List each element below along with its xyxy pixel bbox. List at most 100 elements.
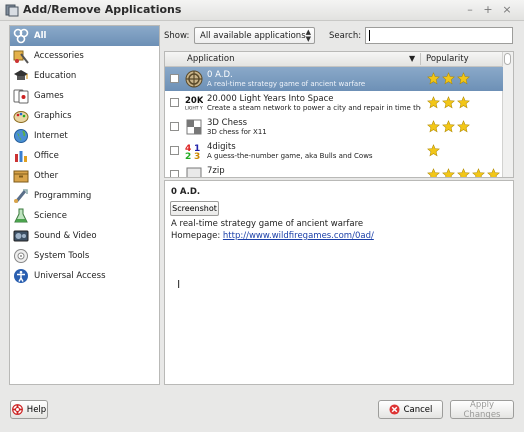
table-row[interactable]: 7zip [165, 163, 503, 177]
star-icon [457, 96, 470, 109]
star-icon [427, 120, 440, 133]
text-cursor [369, 30, 370, 41]
star-icon [427, 72, 440, 85]
table-row[interactable]: 3D Chess 3D chess for X11 [165, 115, 503, 139]
table-row[interactable]: 4123 4digits A guess-the-number game, ak… [165, 139, 503, 163]
column-header-popularity[interactable]: Popularity [426, 54, 469, 64]
install-checkbox[interactable] [170, 146, 179, 155]
cancel-icon [389, 404, 400, 415]
svg-text:LIGHT YEARS: LIGHT YEARS [185, 106, 203, 112]
svg-text:2: 2 [185, 152, 191, 160]
category-system-tools[interactable]: System Tools [10, 246, 159, 266]
show-label: Show: [164, 31, 190, 41]
help-button[interactable]: Help [10, 400, 48, 419]
cancel-button[interactable]: Cancel [378, 400, 443, 419]
category-label: System Tools [34, 251, 90, 261]
help-label: Help [26, 404, 47, 415]
homepage-link[interactable]: http://www.wildfiregames.com/0ad/ [223, 231, 374, 241]
title-bar: Add/Remove Applications – + × [0, 0, 524, 21]
app-name: 0 A.D. [207, 70, 233, 80]
all-icon [12, 28, 29, 45]
star-icon [427, 96, 440, 109]
0ad-icon [185, 70, 203, 88]
column-divider [420, 53, 421, 65]
category-label: Sound & Video [34, 231, 97, 241]
category-education[interactable]: Education [10, 66, 159, 86]
scrollbar-thumb[interactable] [504, 53, 511, 65]
window-title: Add/Remove Applications [23, 3, 182, 16]
category-office[interactable]: Office [10, 146, 159, 166]
category-games[interactable]: Games [10, 86, 159, 106]
install-checkbox[interactable] [170, 170, 179, 177]
category-label: Universal Access [34, 271, 106, 281]
table-row[interactable]: 20KLIGHT YEARS 20.000 Light Years Into S… [165, 91, 503, 115]
close-window-button[interactable]: × [501, 3, 513, 16]
system-tools-icon [12, 248, 29, 265]
popularity-rating [427, 72, 470, 85]
apply-changes-button[interactable]: Apply Changes [450, 400, 514, 420]
install-checkbox[interactable] [170, 122, 179, 131]
category-label: Graphics [34, 111, 72, 121]
vertical-scrollbar[interactable] [502, 52, 513, 177]
app-description: A guess-the-number game, aka Bulls and C… [207, 152, 373, 160]
category-graphics[interactable]: Graphics [10, 106, 159, 126]
education-icon [12, 68, 29, 85]
star-icon [472, 168, 485, 177]
search-input[interactable] [365, 27, 513, 44]
screenshot-button[interactable]: Screenshot [170, 201, 219, 216]
category-accessories[interactable]: Accessories [10, 46, 159, 66]
category-label: Other [34, 171, 59, 181]
app-description: 3D chess for X11 [207, 128, 267, 136]
app-name: 20.000 Light Years Into Space [207, 94, 334, 104]
maximize-button[interactable]: + [482, 3, 494, 16]
popularity-rating [427, 168, 500, 177]
category-sound-video[interactable]: Sound & Video [10, 226, 159, 246]
applications-table: Application ▼ Popularity 0 A.D. A real-t… [164, 51, 514, 178]
category-science[interactable]: Science [10, 206, 159, 226]
lightyears-icon: 20KLIGHT YEARS [185, 96, 203, 112]
universal-access-icon [12, 268, 29, 285]
category-label: Science [34, 211, 67, 221]
star-icon [427, 144, 440, 157]
category-label: Games [34, 91, 64, 101]
install-checkbox[interactable] [170, 74, 179, 83]
homepage-label: Homepage: [171, 231, 221, 241]
other-icon [12, 168, 29, 185]
category-label: Internet [34, 131, 68, 141]
category-universal-access[interactable]: Universal Access [10, 266, 159, 286]
minimize-button[interactable]: – [464, 3, 476, 16]
popularity-rating [427, 96, 470, 109]
mouse-ibeam-cursor: I [177, 278, 181, 291]
details-pane: 0 A.D. Screenshot A real-time strategy g… [164, 180, 514, 385]
sort-descending-icon[interactable]: ▼ [409, 54, 415, 63]
4digits-icon: 4 12 3 [185, 144, 200, 160]
programming-icon [12, 188, 29, 205]
office-icon [12, 148, 29, 165]
svg-text:20K: 20K [185, 96, 203, 106]
category-programming[interactable]: Programming [10, 186, 159, 206]
app-icon [5, 4, 19, 17]
homepage-line: Homepage: http://www.wildfiregames.com/0… [171, 231, 374, 241]
app-description: A real-time strategy game of ancient war… [207, 80, 366, 88]
show-filter-select[interactable]: All available applications ▲ ▼ [194, 27, 315, 44]
star-icon [427, 168, 440, 177]
star-icon [457, 72, 470, 85]
category-list: All Accessories Education Games Graphics… [9, 25, 160, 385]
app-name: 3D Chess [207, 118, 248, 128]
category-label: All [34, 31, 47, 41]
table-row[interactable]: 0 A.D. A real-time strategy game of anci… [165, 67, 503, 91]
spin-arrows-icon: ▲ ▼ [305, 28, 311, 43]
category-internet[interactable]: Internet [10, 126, 159, 146]
chess-icon [186, 119, 202, 135]
category-label: Office [34, 151, 59, 161]
category-other[interactable]: Other [10, 166, 159, 186]
graphics-icon [12, 108, 29, 125]
category-all[interactable]: All [10, 26, 159, 46]
star-icon [442, 96, 455, 109]
internet-icon [12, 128, 29, 145]
install-checkbox[interactable] [170, 98, 179, 107]
star-icon [442, 168, 455, 177]
popularity-rating [427, 120, 470, 133]
column-header-application[interactable]: Application [187, 54, 235, 64]
7zip-icon [186, 167, 202, 177]
